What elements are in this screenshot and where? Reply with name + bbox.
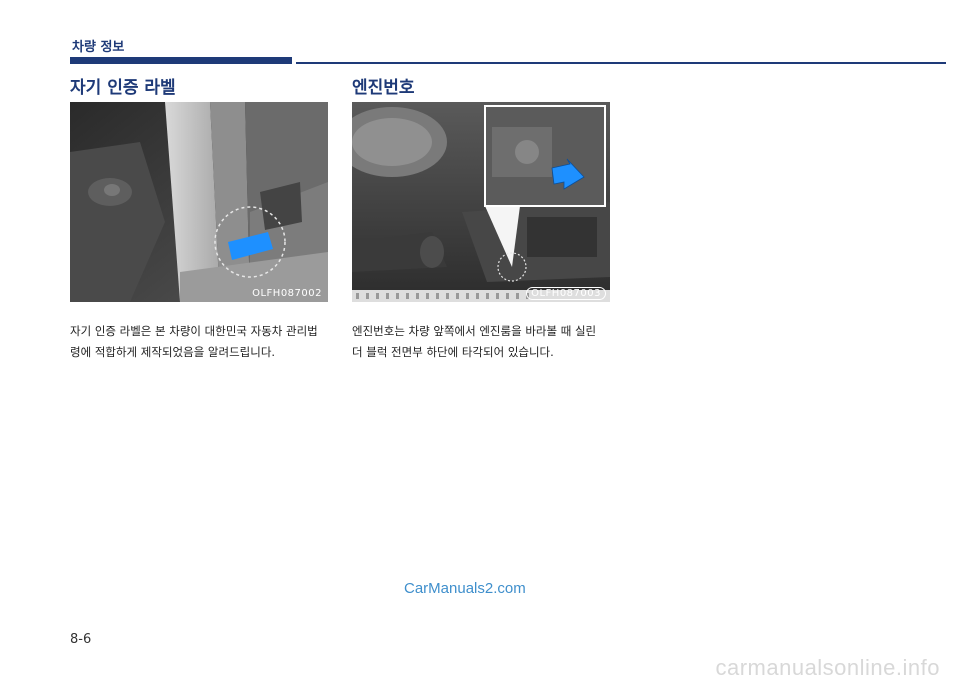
door-pillar-illustration xyxy=(70,102,328,302)
text-line: 자기 인증 라벨은 본 차량이 대한민국 자동차 관리법 xyxy=(70,324,318,338)
section-title-engine-number: 엔진번호 xyxy=(352,78,415,98)
header-bar-thick xyxy=(70,57,292,64)
footer-site-watermark: carmanualsonline.info xyxy=(715,655,940,680)
page-number: 8-6 xyxy=(70,632,92,647)
certification-label-photo: OLFH087002 xyxy=(70,102,328,302)
certification-label-description: 자기 인증 라벨은 본 차량이 대한민국 자동차 관리법 령에 적합하게 제작되… xyxy=(70,321,332,363)
header-title: 차량 정보 xyxy=(72,40,125,55)
engine-number-photo: OLFH087003 xyxy=(352,102,610,302)
watermark-link[interactable]: CarManuals2.com xyxy=(404,580,526,597)
image-code: OLFH087003 xyxy=(526,287,606,300)
header-bar-thin xyxy=(296,62,946,64)
text-line: 더 블럭 전면부 하단에 타각되어 있습니다. xyxy=(352,345,554,359)
text-line: 령에 적합하게 제작되었음을 알려드립니다. xyxy=(70,345,276,359)
text-line: 엔진번호는 차량 앞쪽에서 엔진룸을 바라볼 때 실린 xyxy=(352,324,597,338)
engine-bay-illustration xyxy=(352,102,610,302)
section-title-certification-label: 자기 인증 라벨 xyxy=(70,78,176,98)
image-code: OLFH087002 xyxy=(252,288,322,299)
engine-number-description: 엔진번호는 차량 앞쪽에서 엔진룸을 바라볼 때 실린 더 블럭 전면부 하단에… xyxy=(352,321,614,363)
